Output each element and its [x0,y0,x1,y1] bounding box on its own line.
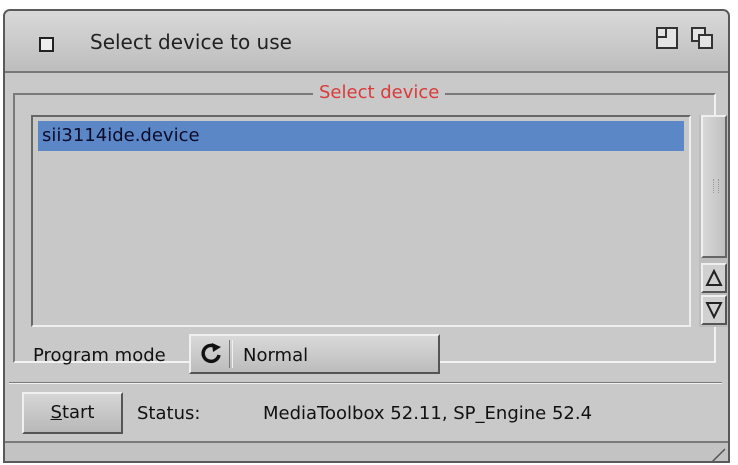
window-bottom-bar [5,441,728,463]
window-title: Select device to use [90,30,292,54]
close-gadget-icon[interactable] [39,37,54,52]
start-button-label: tart [61,402,95,423]
program-mode-label: Program mode [33,345,166,366]
main-window: Select device to use Select device sii31… [3,9,730,463]
device-group-title: Select device [313,82,446,103]
arrow-down-icon [705,302,723,320]
resize-grip-icon[interactable] [708,447,726,463]
depth-gadget-icon[interactable] [691,27,713,49]
start-button[interactable]: Start [22,392,123,434]
status-value: MediaToolbox 52.11, SP_Engine 52.4 [263,403,593,424]
list-item[interactable]: sii3114ide.device [38,121,684,151]
arrow-up-icon [705,268,723,286]
scroll-knob[interactable] [701,115,727,258]
program-mode-cycle[interactable]: Normal [189,334,440,374]
device-list-scrollbar[interactable] [699,115,728,327]
footer-divider [9,382,722,384]
start-button-hotkey: S [50,402,62,423]
grip-icon [713,179,719,193]
scroll-down-button[interactable] [701,295,727,325]
scroll-up-button[interactable] [701,263,727,293]
device-listview[interactable]: sii3114ide.device [31,115,691,327]
zoom-gadget-icon[interactable] [656,27,678,49]
cycle-arrow-icon [201,343,221,364]
cycle-separator [229,340,233,368]
status-label: Status: [137,403,201,424]
program-mode-value: Normal [243,345,309,366]
title-bar[interactable]: Select device to use [5,11,728,73]
